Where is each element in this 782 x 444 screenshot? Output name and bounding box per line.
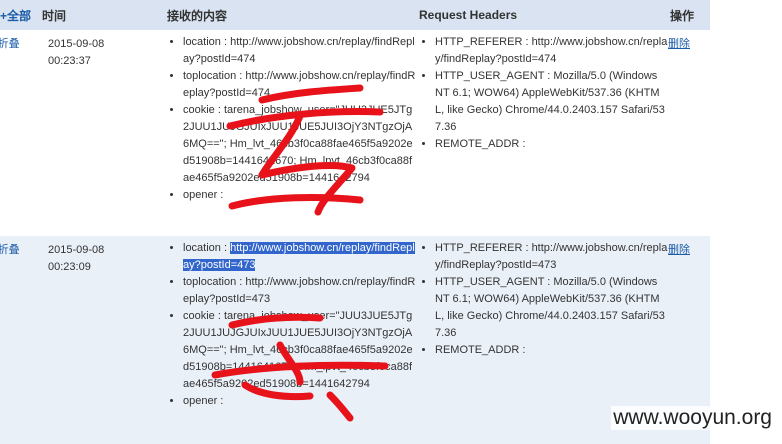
- content-cookie: cookie : tarena_jobshow_user="JUU3JUE5JT…: [183, 308, 417, 393]
- content-opener: opener :: [183, 393, 417, 410]
- location-label: location :: [183, 242, 231, 254]
- row-time: 00:23:09: [48, 261, 91, 273]
- header-remote-addr: REMOTE_ADDR :: [435, 342, 668, 359]
- actions-column-header: 操作: [668, 0, 710, 30]
- received-content-list: location : http://www.jobshow.cn/replay/…: [165, 240, 417, 410]
- collapse-toggle[interactable]: -折叠: [0, 36, 20, 53]
- row-timestamp: 2015-09-08 00:23:09: [40, 242, 165, 276]
- content-location: location : http://www.jobshow.cn/replay/…: [183, 34, 417, 68]
- row-timestamp: 2015-09-08 00:23:37: [40, 36, 165, 70]
- delete-link[interactable]: 删除: [668, 36, 690, 53]
- content-toplocation: toplocation : http://www.jobshow.cn/repl…: [183, 68, 417, 102]
- content-cookie: cookie : tarena_jobshow_user="JUU3JUE5JT…: [183, 102, 417, 187]
- log-table: +全部 时间 接收的内容 Request Headers 操作 -折叠 2015…: [0, 0, 710, 444]
- header-referer: HTTP_REFERER : http://www.jobshow.cn/rep…: [435, 34, 668, 68]
- table-row: -折叠 2015-09-08 00:23:37 location : http:…: [0, 30, 710, 236]
- request-headers-column-header: Request Headers: [417, 0, 668, 30]
- table-row: -折叠 2015-09-08 00:23:09 location : http:…: [0, 236, 710, 444]
- content-column-header: 接收的内容: [165, 0, 417, 30]
- watermark-text: www.wooyun.org: [611, 406, 774, 430]
- delete-link[interactable]: 删除: [668, 242, 690, 259]
- request-headers-list: HTTP_REFERER : http://www.jobshow.cn/rep…: [417, 34, 668, 153]
- row-time: 00:23:37: [48, 55, 91, 67]
- request-headers-list: HTTP_REFERER : http://www.jobshow.cn/rep…: [417, 240, 668, 359]
- content-opener: opener :: [183, 187, 417, 204]
- time-column-header: 时间: [40, 0, 165, 30]
- received-content-list: location : http://www.jobshow.cn/replay/…: [165, 34, 417, 204]
- table-header-row: +全部 时间 接收的内容 Request Headers 操作: [0, 0, 710, 30]
- content-location[interactable]: location : http://www.jobshow.cn/replay/…: [183, 240, 417, 274]
- header-user-agent: HTTP_USER_AGENT : Mozilla/5.0 (Windows N…: [435, 68, 668, 136]
- content-toplocation: toplocation : http://www.jobshow.cn/repl…: [183, 274, 417, 308]
- collapse-toggle[interactable]: -折叠: [0, 242, 20, 259]
- header-user-agent: HTTP_USER_AGENT : Mozilla/5.0 (Windows N…: [435, 274, 668, 342]
- header-referer: HTTP_REFERER : http://www.jobshow.cn/rep…: [435, 240, 668, 274]
- row-date: 2015-09-08: [48, 244, 105, 256]
- toggle-all-link[interactable]: +全部: [0, 0, 40, 30]
- row-date: 2015-09-08: [48, 38, 105, 50]
- header-remote-addr: REMOTE_ADDR :: [435, 136, 668, 153]
